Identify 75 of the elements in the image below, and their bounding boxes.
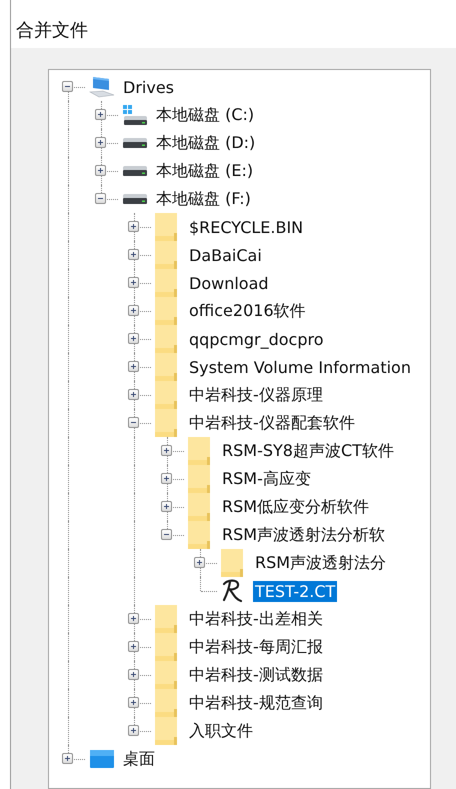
collapse-toggle[interactable]: [128, 417, 139, 428]
system-drive-icon: [122, 104, 148, 126]
computer-icon: [89, 76, 115, 98]
folder-icon: [155, 381, 177, 409]
folder-icon: [188, 465, 210, 493]
tree-item[interactable]: 桌面: [121, 748, 157, 770]
expand-toggle[interactable]: [128, 669, 139, 680]
expand-toggle[interactable]: [95, 165, 106, 176]
tree-item[interactable]: RSM-高应变: [220, 468, 313, 490]
folder-icon: [155, 717, 177, 745]
drive-icon: [122, 165, 148, 177]
expand-toggle[interactable]: [62, 753, 73, 764]
expand-toggle[interactable]: [194, 557, 205, 568]
tree-item[interactable]: RSM低应变分析软件: [220, 496, 372, 518]
drive-icon: [122, 137, 148, 149]
expand-toggle[interactable]: [128, 333, 139, 344]
dialog-title: 合并文件: [16, 20, 88, 41]
expand-toggle[interactable]: [128, 361, 139, 372]
tree-item[interactable]: 本地磁盘 (F:): [154, 188, 253, 210]
folder-icon: [188, 521, 210, 549]
expand-toggle[interactable]: [128, 725, 139, 736]
tree-item[interactable]: $RECYCLE.BIN: [187, 216, 306, 238]
tree-item[interactable]: RSM声波透射法分析软: [220, 524, 388, 546]
tree-item[interactable]: 中岩科技-每周汇报: [187, 636, 325, 658]
folder-icon: [155, 269, 177, 297]
collapse-toggle[interactable]: [95, 193, 106, 204]
folder-icon: [155, 297, 177, 325]
expand-toggle[interactable]: [128, 697, 139, 708]
folder-icon: [155, 661, 177, 689]
drive-icon: [122, 193, 148, 205]
tree-item[interactable]: qqpcmgr_docpro: [187, 328, 326, 350]
tree-item[interactable]: 本地磁盘 (E:): [154, 160, 256, 182]
folder-icon: [155, 241, 177, 269]
desktop-icon: [89, 749, 115, 769]
folder-icon: [155, 325, 177, 353]
tree-item[interactable]: 入职文件: [187, 720, 255, 742]
folder-icon: [155, 689, 177, 717]
tree-item[interactable]: Drives: [121, 76, 176, 98]
folder-icon: [155, 213, 177, 241]
tree-item[interactable]: 本地磁盘 (C:): [154, 104, 256, 126]
tree-item[interactable]: RSM-SY8超声波CT软件: [220, 440, 396, 462]
tree-item[interactable]: office2016软件: [187, 300, 308, 322]
folder-icon: [155, 409, 177, 437]
folder-icon: [221, 549, 243, 577]
folder-icon: [155, 605, 177, 633]
folder-icon: [155, 633, 177, 661]
expand-toggle[interactable]: [128, 613, 139, 624]
tree-item[interactable]: 中岩科技-出差相关: [187, 608, 325, 630]
tree-item[interactable]: 本地磁盘 (D:): [154, 132, 258, 154]
expand-toggle[interactable]: [128, 389, 139, 400]
tree-item[interactable]: DaBaiCai: [187, 244, 264, 266]
tree-item[interactable]: 中岩科技-仪器原理: [187, 384, 325, 406]
folder-icon: [188, 493, 210, 521]
expand-toggle[interactable]: [161, 473, 172, 484]
collapse-toggle[interactable]: [62, 81, 73, 92]
expand-toggle[interactable]: [128, 221, 139, 232]
collapse-toggle[interactable]: [161, 529, 172, 540]
tree-item[interactable]: Download: [187, 272, 271, 294]
tree-item[interactable]: RSM声波透射法分: [253, 552, 388, 574]
tree-item[interactable]: System Volume Information: [187, 356, 413, 378]
tree-item[interactable]: 中岩科技-规范查询: [187, 692, 325, 714]
folder-icon: [155, 353, 177, 381]
expand-toggle[interactable]: [128, 249, 139, 260]
expand-toggle[interactable]: [128, 277, 139, 288]
folder-icon: [188, 437, 210, 465]
expand-toggle[interactable]: [161, 445, 172, 456]
tree-item[interactable]: 中岩科技-仪器配套软件: [187, 412, 357, 434]
tree-item[interactable]: TEST-2.CT: [253, 580, 338, 602]
expand-toggle[interactable]: [128, 641, 139, 652]
expand-toggle[interactable]: [128, 305, 139, 316]
tree-item[interactable]: 中岩科技-测试数据: [187, 664, 325, 686]
expand-toggle[interactable]: [161, 501, 172, 512]
script-logo-icon: [221, 579, 243, 603]
expand-toggle[interactable]: [95, 137, 106, 148]
expand-toggle[interactable]: [95, 109, 106, 120]
